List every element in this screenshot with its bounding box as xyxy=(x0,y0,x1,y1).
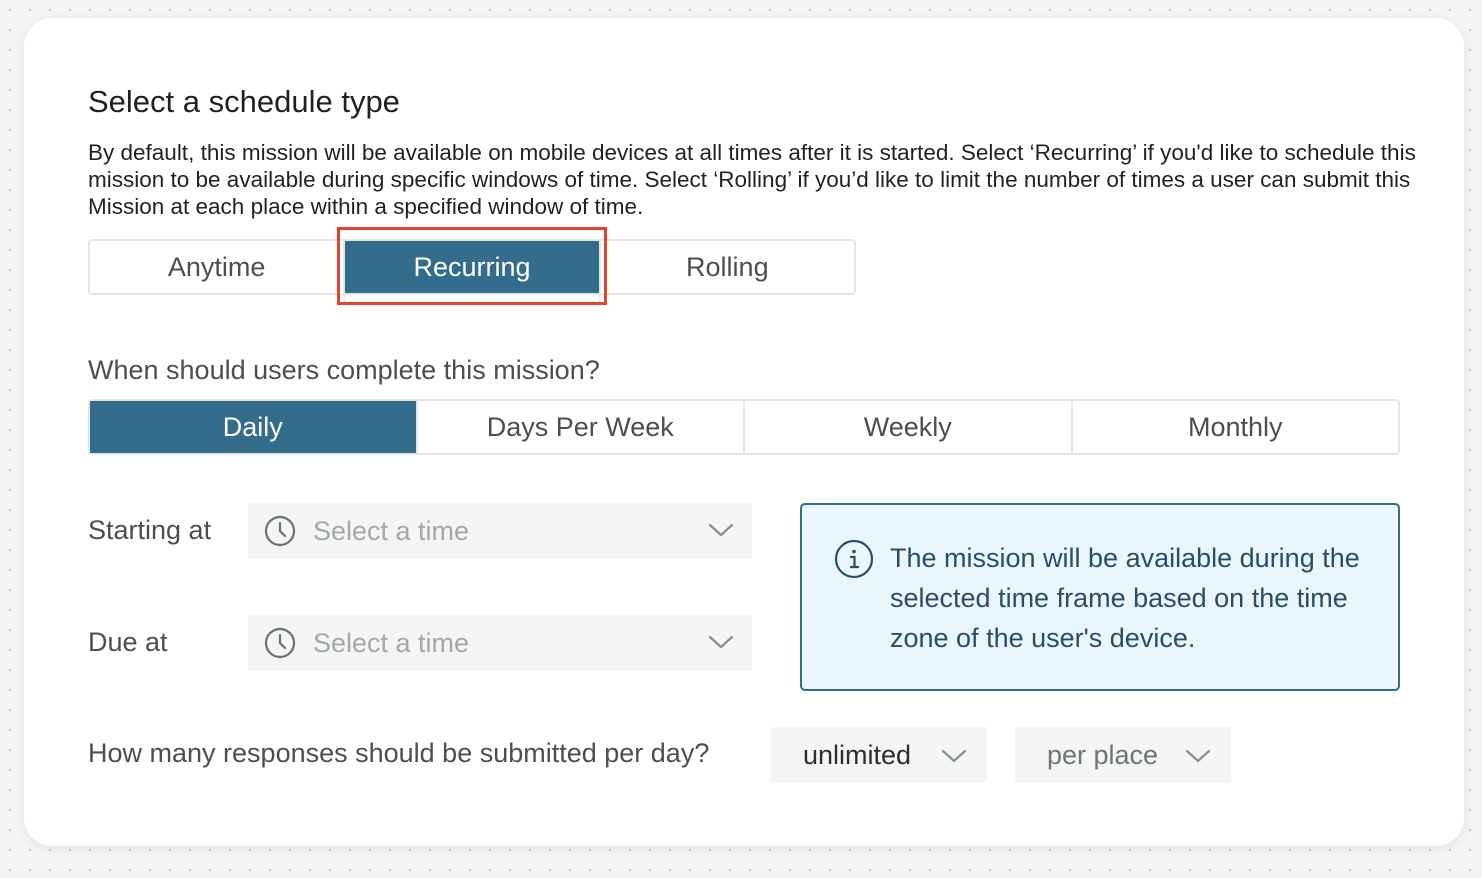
responses-question: How many responses should be submitted p… xyxy=(88,738,710,768)
schedule-anytime-button[interactable]: Anytime xyxy=(90,241,343,293)
starting-time-select[interactable]: Select a time xyxy=(248,503,752,559)
clock-icon xyxy=(264,627,296,659)
response-scope-select[interactable]: per place xyxy=(1015,727,1231,783)
frequency-daily-button[interactable]: Daily xyxy=(90,401,416,453)
response-scope-value: per place xyxy=(1047,739,1159,770)
chevron-down-icon xyxy=(708,521,734,539)
response-count-value: unlimited xyxy=(803,739,912,770)
timezone-info-box: The mission will be available during the… xyxy=(800,503,1400,691)
schedule-type-selector: Anytime Recurring Rolling xyxy=(88,239,856,295)
frequency-weekly-button[interactable]: Weekly xyxy=(743,401,1071,453)
frequency-selector: Daily Days Per Week Weekly Monthly xyxy=(88,399,1400,455)
due-time-placeholder: Select a time xyxy=(313,627,470,658)
clock-icon xyxy=(264,515,296,547)
due-time-select[interactable]: Select a time xyxy=(248,615,752,671)
schedule-recurring-button[interactable]: Recurring xyxy=(343,241,599,293)
schedule-card: Select a schedule type By default, this … xyxy=(24,18,1464,846)
section-title: Select a schedule type xyxy=(88,84,400,119)
frequency-days-per-week-button[interactable]: Days Per Week xyxy=(415,401,744,453)
starting-at-label: Starting at xyxy=(88,515,212,545)
info-text: The mission will be available during the… xyxy=(890,543,1360,653)
info-icon xyxy=(834,539,874,579)
frequency-question: When should users complete this mission? xyxy=(88,355,600,385)
due-at-label: Due at xyxy=(88,627,168,657)
schedule-rolling-button[interactable]: Rolling xyxy=(598,241,854,293)
chevron-down-icon xyxy=(941,747,967,765)
response-count-select[interactable]: unlimited xyxy=(771,727,987,783)
starting-time-placeholder: Select a time xyxy=(313,515,470,546)
chevron-down-icon xyxy=(1185,747,1211,765)
chevron-down-icon xyxy=(708,633,734,651)
section-description: By default, this mission will be availab… xyxy=(88,140,1416,219)
frequency-monthly-button[interactable]: Monthly xyxy=(1070,401,1399,453)
